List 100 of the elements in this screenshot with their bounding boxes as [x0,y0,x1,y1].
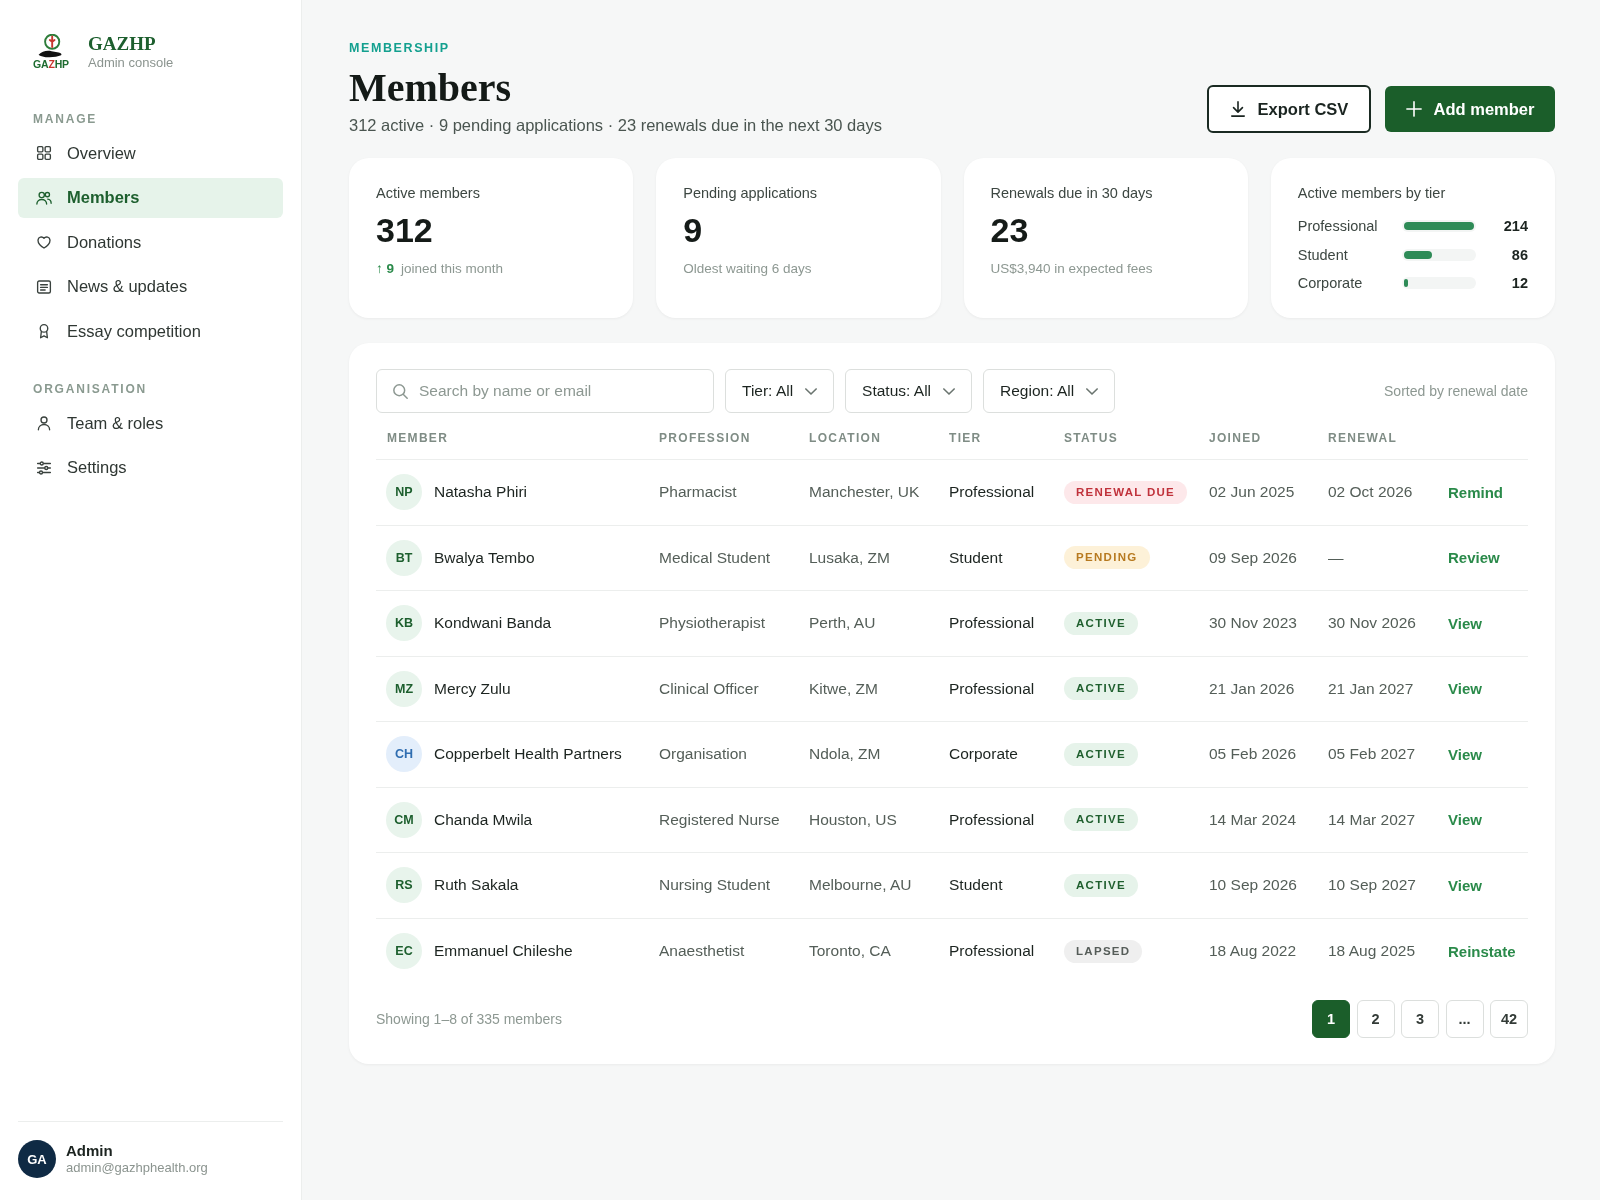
tier-cell: Student [949,548,1003,567]
renewal-date: 02 Oct 2026 [1328,483,1413,502]
filter-dropdown[interactable]: Status: All [845,369,973,413]
stat-label: Pending applications [683,184,819,203]
column-header: STATUS [1064,430,1119,445]
nav-item[interactable]: Team & roles [18,403,283,444]
page-button[interactable]: 1 [1312,1000,1350,1038]
profession-cell: Organisation [659,745,747,764]
member-name: Emmanuel Chileshe [434,942,573,961]
location-cell: Perth, AU [809,614,876,633]
location-cell: Toronto, CA [809,942,891,961]
stat-value: 312 [376,210,434,250]
tier-label: Professional [1297,218,1379,235]
member-name: Kondwani Banda [434,614,552,633]
logo-wordmark: GAZHP [33,59,69,70]
tier-cell: Corporate [949,745,1018,764]
grid-icon [35,144,53,162]
sliders-icon [35,458,53,477]
joined-date: 21 Jan 2026 [1209,679,1295,698]
stat-value: 23 [990,210,1030,250]
nav-section-heading: MANAGE [32,111,99,127]
row-action-link[interactable]: View [1448,745,1482,763]
location-cell: Houston, US [809,810,897,829]
sort-note: Sorted by renewal date [1384,383,1528,399]
row-action-link[interactable]: View [1448,876,1482,894]
location-cell: Manchester, UK [809,483,920,502]
row-action-link[interactable]: Review [1448,549,1500,567]
initials-avatar: EC [386,933,422,970]
renewal-date: 21 Jan 2027 [1328,679,1414,698]
card-title: Active members by tier [1297,184,1447,203]
user-email: admin@gazhphealth.org [66,1160,208,1176]
stat-note: Oldest waiting 6 days [683,260,812,278]
column-header: PROFESSION [659,430,751,445]
add-button[interactable]: Add member [1385,86,1555,132]
nav-item[interactable]: Overview [18,133,283,173]
row-action-link[interactable]: View [1448,811,1482,829]
status-badge: PENDING [1064,546,1150,570]
initials-avatar: CM [386,801,422,838]
row-action-link[interactable]: View [1448,614,1482,632]
profession-cell: Registered Nurse [659,810,780,829]
tier-count: 214 [1502,218,1528,235]
row-action-link[interactable]: View [1448,680,1482,698]
column-header: RENEWAL [1328,430,1398,445]
initials-avatar: CH [386,736,422,773]
pagination-summary: Showing 1–8 of 335 members [376,1011,562,1027]
document-lines-icon [35,277,53,296]
nav-item[interactable]: Donations [18,222,283,263]
brand-subtitle: Admin console [88,55,174,71]
tier-cell: Student [949,876,1003,895]
member-name: Ruth Sakala [434,876,519,895]
stat-note: US$3,940 in expected fees [990,260,1153,278]
joined-date: 30 Nov 2023 [1209,614,1297,633]
page-button[interactable]: 3 [1401,1000,1439,1038]
member-name: Copperbelt Health Partners [434,745,622,764]
nav-item[interactable]: Settings [18,447,283,488]
tier-label: Student [1297,246,1349,263]
tier-count: 12 [1510,275,1528,292]
tier-cell: Professional [949,483,1035,502]
filter-dropdown[interactable]: Tier: All [725,369,835,413]
page-button[interactable]: 42 [1490,1000,1528,1038]
tier-cell: Professional [949,614,1035,633]
renewal-date: 10 Sep 2027 [1328,876,1416,895]
chevron-down-icon [1086,387,1099,395]
filter-dropdown[interactable]: Region: All [983,369,1116,413]
initials-avatar: KB [386,605,422,642]
export-button[interactable]: Export CSV [1207,85,1371,133]
tier-label: Corporate [1297,275,1364,292]
column-header: TIER [949,430,982,445]
profession-cell: Medical Student [659,548,771,567]
initials-avatar: MZ [386,670,422,707]
user-name: Admin [66,1142,114,1160]
profession-cell: Nursing Student [659,876,771,895]
stat-delta: ↑ 9 [376,260,394,278]
page-button[interactable]: ... [1445,1000,1484,1038]
nav-item[interactable]: Members [18,177,283,218]
stat-note: joined this month [401,260,504,278]
status-badge: LAPSED [1064,939,1143,963]
user-avatar[interactable]: GA [18,1140,56,1178]
stat-label: Active members [376,184,481,203]
row-action-link[interactable]: Reinstate [1448,942,1516,960]
page-button[interactable]: 2 [1356,1000,1395,1038]
search-field[interactable]: Search by name or email [376,369,714,413]
renewal-date: — [1328,548,1344,567]
tier-cell: Professional [949,679,1035,698]
nav-item[interactable]: Essay competition [18,311,283,352]
nav-item[interactable]: News & updates [18,266,283,307]
member-name: Chanda Mwila [434,810,533,829]
status-badge: RENEWAL DUE [1064,480,1188,504]
brand-name: GAZHP [88,33,157,55]
joined-date: 10 Sep 2026 [1209,876,1297,895]
joined-date: 02 Jun 2025 [1209,483,1295,502]
plus-icon [1405,101,1422,117]
stat-label: Renewals due in 30 days [990,184,1154,203]
user-icon [35,414,53,433]
status-badge: ACTIVE [1064,611,1138,635]
tier-count: 86 [1510,246,1528,263]
renewal-date: 30 Nov 2026 [1328,614,1416,633]
row-action-link[interactable]: Remind [1448,483,1503,501]
profession-cell: Pharmacist [659,483,737,502]
profession-cell: Anaesthetist [659,942,745,961]
